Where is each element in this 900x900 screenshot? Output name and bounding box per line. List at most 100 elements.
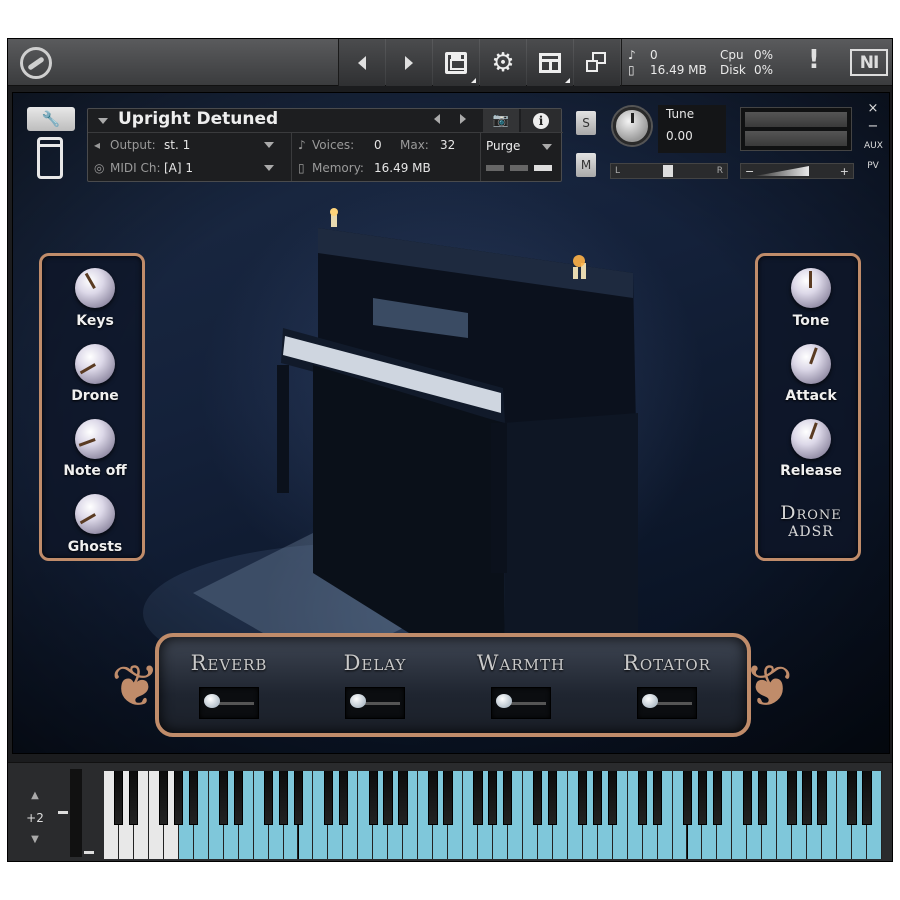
octave-down-icon[interactable]: ▼ — [16, 829, 54, 851]
output-selector[interactable]: ◂ Output: st. 1 — [94, 134, 284, 156]
black-key[interactable] — [293, 771, 303, 825]
tone-knob[interactable] — [791, 268, 831, 308]
drone-adsr-subtitle: ADSR — [788, 524, 834, 540]
volume-minus[interactable]: − — [745, 165, 754, 178]
black-key[interactable] — [488, 771, 498, 825]
delay-label: Delay — [343, 651, 407, 675]
black-key[interactable] — [398, 771, 408, 825]
black-key[interactable] — [428, 771, 438, 825]
pan-handle[interactable] — [663, 165, 674, 177]
instrument-menu-icon[interactable] — [98, 118, 108, 124]
keys-knob[interactable] — [75, 268, 115, 308]
rotator-label: Rotator — [623, 651, 711, 675]
volume-plus[interactable]: + — [840, 165, 849, 178]
piano-keyboard[interactable] — [104, 771, 882, 859]
black-key[interactable] — [233, 771, 244, 825]
solo-button[interactable]: S — [576, 111, 596, 135]
pan-right-label: R — [716, 166, 723, 176]
release-knob[interactable] — [791, 419, 831, 459]
mute-button[interactable]: M — [576, 153, 596, 177]
cpu-label: Cpu — [720, 48, 744, 62]
black-key[interactable] — [323, 771, 333, 825]
drone-adsr-title: Drone — [780, 502, 842, 524]
resize-button[interactable] — [574, 39, 620, 86]
octave-up-icon[interactable]: ▲ — [16, 785, 54, 807]
black-key[interactable] — [114, 771, 124, 825]
ghosts-knob[interactable] — [75, 494, 115, 534]
next-snapshot-icon[interactable] — [460, 114, 466, 124]
reverb-toggle[interactable] — [199, 687, 259, 719]
purge-label: Purge — [486, 139, 521, 153]
midi-channel-selector[interactable]: ◎ MIDI Ch: [A] 1 — [94, 157, 284, 179]
black-key[interactable] — [577, 771, 588, 825]
black-key[interactable] — [607, 771, 618, 825]
rotator-toggle[interactable] — [637, 687, 697, 719]
black-key[interactable] — [787, 771, 797, 825]
kontakt-logo-icon[interactable] — [20, 47, 52, 79]
black-key[interactable] — [742, 771, 752, 825]
warning-icon[interactable]: ! — [808, 45, 820, 75]
black-key[interactable] — [159, 771, 169, 825]
info-icon: i — [533, 112, 549, 129]
drone-adsr-panel: Tone Attack Release Drone ADSR — [755, 253, 861, 561]
black-key[interactable] — [802, 771, 812, 825]
ni-logo-icon[interactable]: NI — [850, 49, 888, 76]
black-key[interactable] — [757, 771, 767, 825]
black-key[interactable] — [682, 771, 692, 825]
pv-button[interactable]: PV — [864, 161, 882, 171]
black-key[interactable] — [817, 771, 827, 825]
aux-button[interactable]: AUX — [864, 141, 883, 151]
purge-menu[interactable]: Purge — [486, 139, 553, 153]
black-key[interactable] — [218, 771, 229, 825]
black-key[interactable] — [174, 771, 184, 825]
save-button[interactable] — [433, 39, 479, 86]
delay-toggle[interactable] — [345, 687, 405, 719]
mod-wheel-strip[interactable] — [70, 769, 82, 857]
drone-knob[interactable] — [75, 344, 115, 384]
black-key[interactable] — [443, 771, 453, 825]
black-key[interactable] — [338, 771, 348, 825]
voices-label: Voices: — [312, 138, 355, 152]
black-key[interactable] — [652, 771, 663, 825]
volume-slider[interactable]: − + — [740, 163, 854, 179]
black-key[interactable] — [847, 771, 857, 825]
pan-left-label: L — [615, 166, 621, 176]
black-key[interactable] — [188, 771, 199, 825]
black-key[interactable] — [712, 771, 722, 825]
attack-knob[interactable] — [791, 344, 831, 384]
left-knob-panel: Keys Drone Note off Ghosts — [39, 253, 145, 561]
black-key[interactable] — [592, 771, 603, 825]
black-key[interactable] — [129, 771, 139, 825]
black-key[interactable] — [383, 771, 393, 825]
black-key[interactable] — [368, 771, 378, 825]
effects-bar: Reverb Delay Warmth Rotator — [155, 633, 751, 737]
pan-slider[interactable]: L R — [610, 163, 728, 179]
info-button[interactable]: i — [521, 109, 561, 132]
black-key[interactable] — [263, 771, 274, 825]
black-key[interactable] — [548, 771, 558, 825]
snapshot-button[interactable]: 📷 — [483, 109, 519, 132]
warmth-label: Warmth — [476, 651, 566, 675]
black-key[interactable] — [278, 771, 289, 825]
layout-button[interactable] — [527, 39, 573, 86]
prev-instrument-button[interactable] — [339, 39, 385, 86]
next-instrument-button[interactable] — [386, 39, 432, 86]
voices-info: ♪ Voices: 0 Max: 32 — [298, 134, 478, 156]
black-key[interactable] — [473, 771, 483, 825]
edit-instrument-button[interactable]: 🔧 — [27, 107, 75, 131]
note-off-knob[interactable] — [75, 419, 115, 459]
prev-snapshot-icon[interactable] — [434, 114, 440, 124]
black-key[interactable] — [862, 771, 872, 825]
black-key[interactable] — [503, 771, 513, 825]
black-key[interactable] — [533, 771, 543, 825]
minimize-icon[interactable]: − — [864, 119, 882, 134]
max-voices-value[interactable]: 32 — [440, 138, 455, 152]
black-key[interactable] — [637, 771, 648, 825]
options-button[interactable]: ⚙ — [480, 39, 526, 86]
level-meter — [740, 107, 852, 151]
warmth-toggle[interactable] — [491, 687, 551, 719]
tune-knob[interactable] — [613, 107, 651, 145]
close-icon[interactable]: × — [864, 101, 882, 116]
black-key[interactable] — [697, 771, 707, 825]
instrument-name[interactable]: Upright Detuned — [118, 109, 278, 129]
